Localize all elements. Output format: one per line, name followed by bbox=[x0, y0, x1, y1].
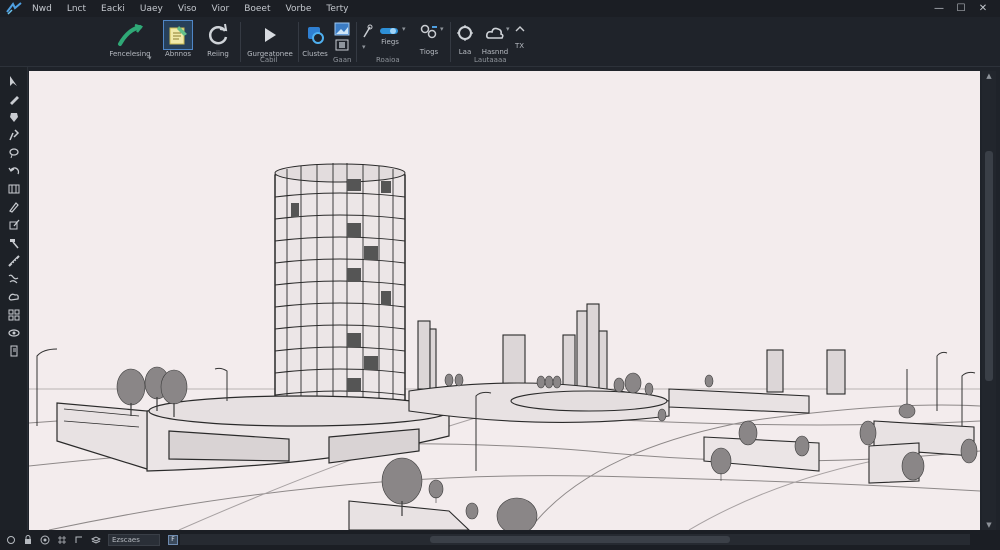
ring-icon bbox=[451, 19, 479, 47]
layers-status-icon[interactable] bbox=[90, 534, 102, 546]
status-field[interactable]: Ezscaes bbox=[108, 534, 160, 546]
dropdown-mark[interactable]: ▾ bbox=[362, 43, 366, 51]
horizontal-scroll-thumb[interactable] bbox=[430, 536, 730, 543]
ribbon-button-fencelesing[interactable]: Fencelesing bbox=[104, 21, 156, 58]
tool-palette bbox=[0, 67, 28, 530]
hammer-tool-icon[interactable] bbox=[6, 235, 22, 251]
menu-item-1[interactable]: Nwd bbox=[32, 4, 52, 14]
ribbon-separator bbox=[356, 22, 357, 62]
status-bar: Ezscaes F bbox=[0, 530, 1000, 550]
cloud-tool-icon[interactable] bbox=[6, 289, 22, 305]
menu-item-5[interactable]: Viso bbox=[178, 4, 197, 14]
dropdown-mark[interactable]: ▾ bbox=[440, 25, 444, 33]
annotate-icon bbox=[163, 20, 193, 50]
dropdown-mark[interactable]: ▾ bbox=[148, 54, 152, 62]
menu-item-4[interactable]: Uaey bbox=[140, 4, 163, 14]
drawing-viewport[interactable] bbox=[29, 71, 980, 530]
ribbon-separator bbox=[240, 22, 241, 62]
app-logo-icon bbox=[6, 2, 22, 15]
close-button[interactable]: ✕ bbox=[972, 1, 994, 16]
layers-icon bbox=[415, 19, 443, 47]
brush-tool-icon[interactable] bbox=[6, 127, 22, 143]
wave-tool-icon[interactable] bbox=[6, 271, 22, 287]
restore-button[interactable]: ☐ bbox=[950, 1, 972, 16]
ribbon-label-tiogs: Tiogs bbox=[419, 48, 439, 56]
podium bbox=[56, 395, 450, 472]
edit-tool-icon[interactable] bbox=[6, 217, 22, 233]
pen-curve-icon bbox=[116, 21, 144, 49]
ribbon-label-hasnnd: Hasnnd bbox=[481, 48, 509, 56]
status-toggle[interactable]: F bbox=[168, 535, 178, 545]
snap-icon[interactable] bbox=[5, 534, 17, 546]
grid-view-icon[interactable] bbox=[6, 307, 22, 323]
target-icon[interactable] bbox=[39, 534, 51, 546]
ribbon-label-clustes: Clustes bbox=[302, 50, 328, 58]
minimize-button[interactable]: — bbox=[928, 1, 950, 16]
menu-item-7[interactable]: Boeet bbox=[244, 4, 270, 14]
ribbon-label-fiegs: Fiegs bbox=[381, 38, 399, 46]
menu-item-3[interactable]: Eacki bbox=[101, 4, 125, 14]
grid-tool-icon[interactable] bbox=[6, 181, 22, 197]
dropdown-mark[interactable]: ▾ bbox=[506, 25, 510, 33]
vertical-scroll-thumb[interactable] bbox=[985, 151, 993, 381]
group-label-cabil: Cabil bbox=[260, 56, 278, 64]
ribbon-label-fencelesing: Fencelesing bbox=[109, 50, 151, 58]
image-icon[interactable] bbox=[333, 21, 351, 37]
toggle-icon[interactable] bbox=[378, 24, 400, 38]
ribbon-separator bbox=[298, 22, 299, 62]
ribbon-button-gurgeatonee[interactable]: Gurgeatonee bbox=[244, 21, 296, 58]
ribbon-button-fiegs[interactable]: Fiegs bbox=[372, 37, 408, 46]
pencil-tool-icon[interactable] bbox=[6, 91, 22, 107]
menu-item-2[interactable]: Lnct bbox=[67, 4, 86, 14]
group-label-lautaaaa: Lautaaaa bbox=[474, 56, 507, 64]
horizontal-scrollbar[interactable] bbox=[180, 534, 970, 545]
group-label-gaan: Gaan bbox=[333, 56, 352, 64]
architectural-sketch bbox=[29, 163, 980, 530]
group-label-roaioa: Roaioa bbox=[376, 56, 400, 64]
scroll-down-icon[interactable]: ▼ bbox=[982, 520, 996, 530]
menu-item-6[interactable]: Vior bbox=[212, 4, 230, 14]
ribbon-button-reiing[interactable]: Reiing bbox=[202, 21, 234, 58]
frame-icon[interactable] bbox=[333, 38, 351, 52]
vertical-scrollbar[interactable]: ▲ ▼ bbox=[982, 71, 996, 530]
window-controls: — ☐ ✕ bbox=[928, 1, 994, 16]
lasso-tool-icon[interactable] bbox=[6, 145, 22, 161]
select-tool-icon[interactable] bbox=[6, 73, 22, 89]
play-icon bbox=[256, 21, 284, 49]
scroll-up-icon[interactable]: ▲ bbox=[982, 71, 996, 81]
ribbon-label-tx[interactable]: TX bbox=[515, 42, 524, 50]
cloud-icon bbox=[481, 19, 509, 47]
menu-item-9[interactable]: Terty bbox=[326, 4, 348, 14]
orbit-tool-icon[interactable] bbox=[6, 325, 22, 341]
menu-item-8[interactable]: Vorbe bbox=[285, 4, 311, 14]
paint-tool-icon[interactable] bbox=[6, 109, 22, 125]
menu-bar: Nwd Lnct Eacki Uaey Viso Vior Boeet Vorb… bbox=[0, 0, 1000, 17]
ribbon-label-abnnos: Abnnos bbox=[164, 50, 192, 58]
grid-toggle-icon[interactable] bbox=[56, 534, 68, 546]
ortho-icon[interactable] bbox=[73, 534, 85, 546]
ribbon: Fencelesing ▾ Abnnos Reiing Gurgeatonee … bbox=[0, 17, 1000, 67]
measure-tool-icon[interactable] bbox=[6, 253, 22, 269]
tower bbox=[274, 163, 406, 424]
dropdown-mark[interactable]: ▾ bbox=[402, 25, 406, 33]
rotate-icon bbox=[204, 21, 232, 49]
pen-tool-icon[interactable] bbox=[6, 199, 22, 215]
lock-icon[interactable] bbox=[22, 534, 34, 546]
ribbon-button-abnnos[interactable]: Abnnos bbox=[161, 20, 195, 58]
undo-tool-icon[interactable] bbox=[6, 163, 22, 179]
chevron-up-icon[interactable] bbox=[514, 23, 526, 35]
ribbon-button-laa[interactable]: Laa bbox=[452, 19, 478, 56]
note-tool-icon[interactable] bbox=[6, 343, 22, 359]
ribbon-label-laa: Laa bbox=[458, 48, 472, 56]
gear-icon bbox=[301, 21, 329, 49]
ribbon-button-clustes[interactable]: Clustes bbox=[300, 21, 330, 58]
ribbon-label-reiing: Reiing bbox=[207, 50, 229, 58]
